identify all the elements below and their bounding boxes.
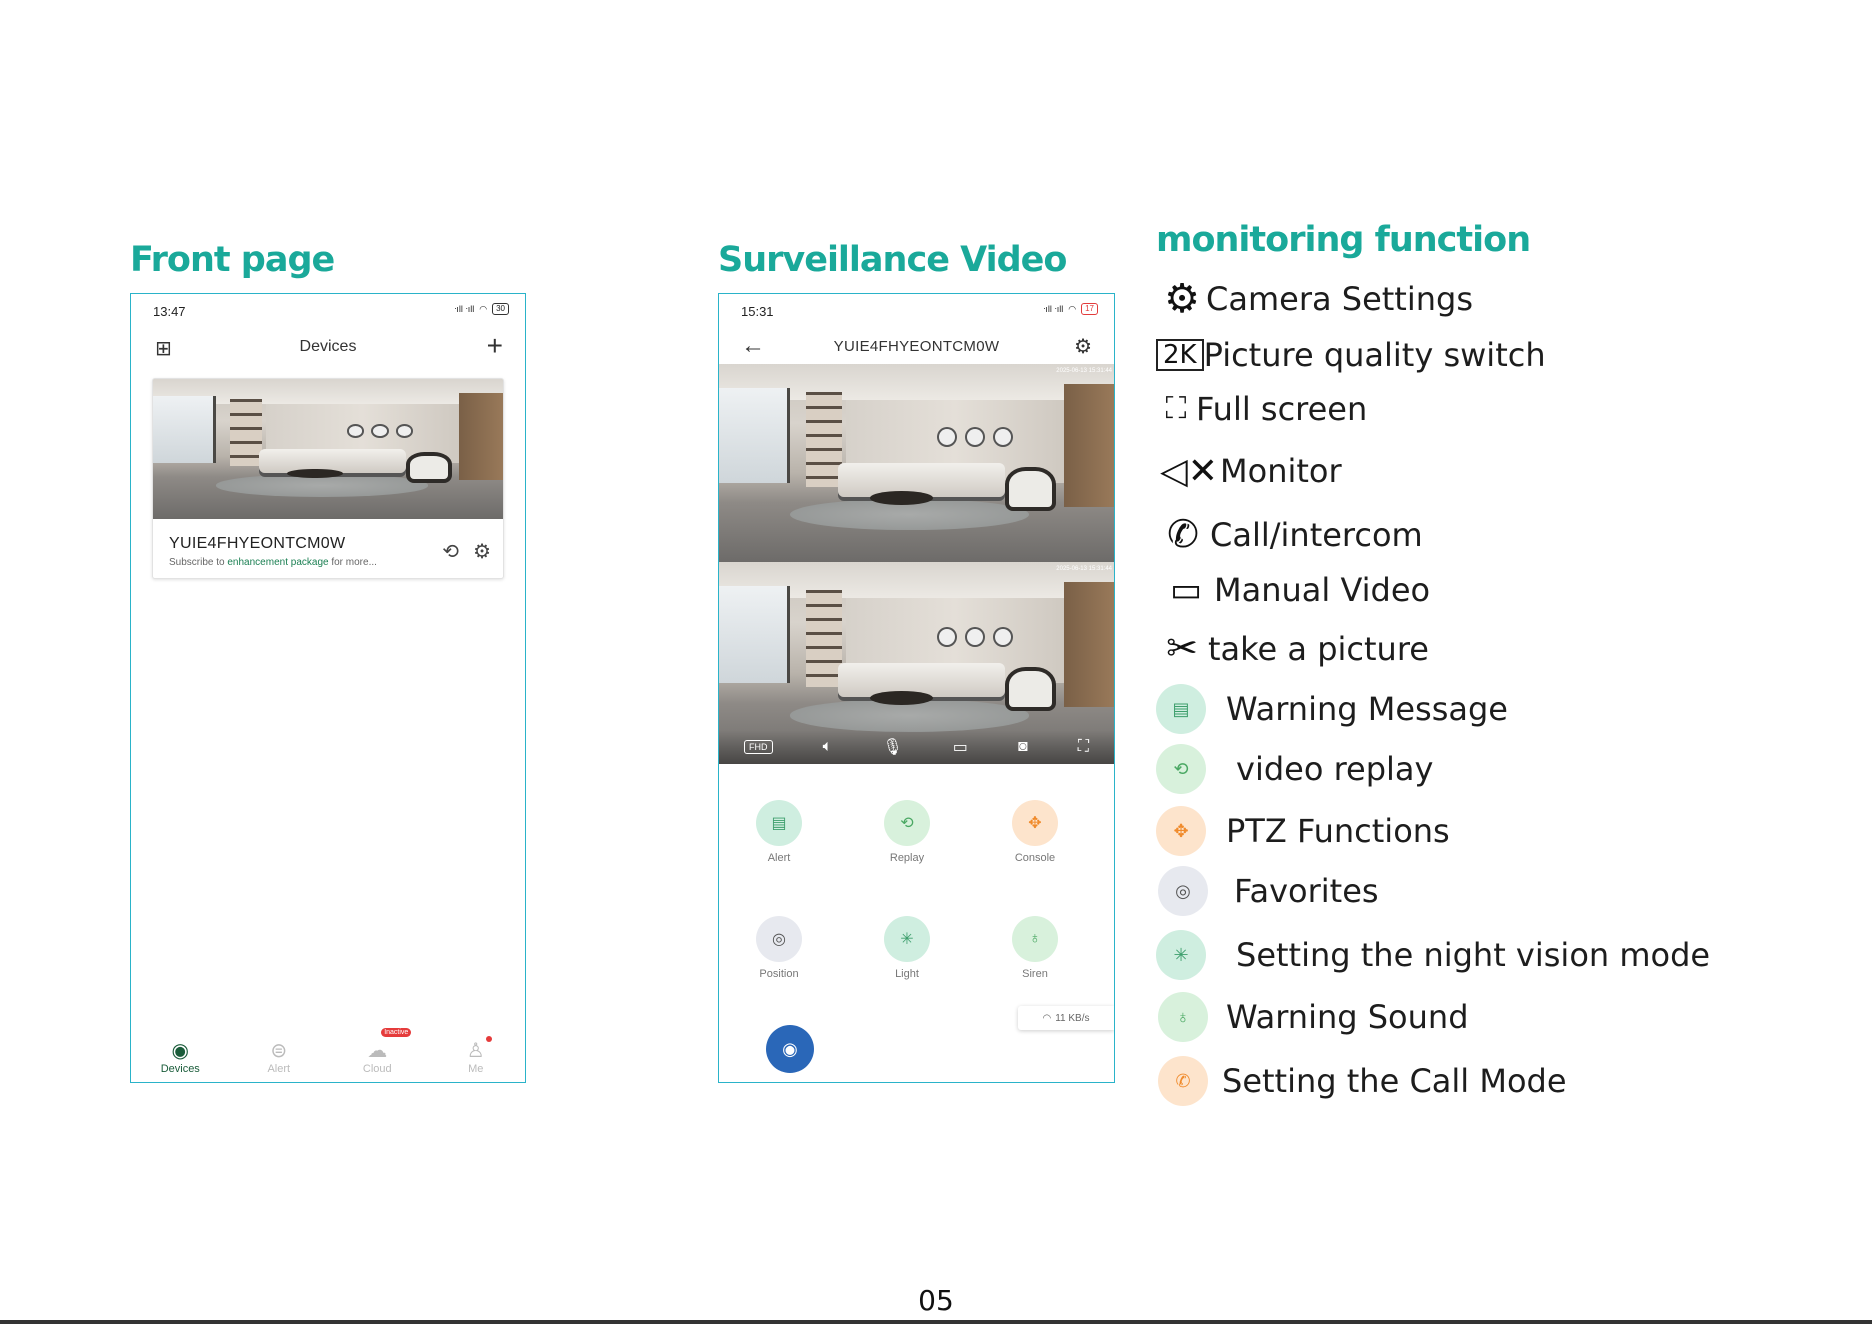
front-page-title: Front page — [130, 240, 335, 280]
status-icons: ᐧıll ᐧıll ◠ 30 — [454, 303, 509, 315]
camera-icon: ◉ — [171, 1040, 189, 1062]
tab-me[interactable]: ♙ Me — [427, 1036, 526, 1082]
function-console[interactable]: ✥ Console — [985, 800, 1085, 864]
function-replay[interactable]: ⟲ Replay — [857, 800, 957, 864]
speaker-icon[interactable]: 🔈︎ — [823, 738, 833, 756]
add-device-icon[interactable]: + — [487, 330, 503, 362]
ptz-icon: ✥ — [1012, 800, 1058, 846]
wifi-icon: ◠ — [479, 303, 488, 314]
video-timestamp: 2025-06-13 15:31:44 — [1056, 368, 1112, 374]
device-card[interactable]: YUIE4FHYEONTCM0W Subscribe to enhancemen… — [152, 378, 504, 579]
function-position[interactable]: ◎ Position — [729, 916, 829, 980]
function-siren[interactable]: ♁ Siren — [985, 916, 1085, 980]
camera-icon[interactable]: ◙ — [1018, 738, 1028, 756]
subscribe-text[interactable]: Subscribe to enhancement package for mor… — [169, 557, 377, 568]
camera-preview[interactable] — [153, 379, 503, 519]
legend-full-screen: ⛶ Full screen — [1156, 390, 1368, 428]
function-alert[interactable]: ▤ Alert — [729, 800, 829, 864]
message-icon: ⊜ — [270, 1040, 288, 1062]
ptz-icon: ✥ — [1156, 806, 1206, 856]
fullscreen-icon: ⛶ — [1165, 392, 1187, 425]
scissors-icon: ✂ — [1166, 628, 1198, 670]
notification-dot — [485, 1036, 492, 1042]
inactive-badge: Inactive — [381, 1028, 412, 1037]
legend-title: monitoring function — [1156, 220, 1531, 260]
legend-ptz-functions: ✥ PTZ Functions — [1156, 806, 1450, 856]
surveillance-phone: 15:31 ᐧıll ᐧıll ◠ 17 ← YUIE4FHYEONTCM0W … — [718, 293, 1115, 1083]
legend-take-picture: ✂ take a picture — [1156, 626, 1429, 671]
tab-devices[interactable]: ◉ Devices — [131, 1036, 230, 1082]
device-name: YUIE4FHYEONTCM0W — [169, 535, 346, 552]
toolbar-title: Devices — [299, 338, 357, 355]
gear-icon[interactable]: ⚙ — [1074, 334, 1092, 359]
siren-icon: ♁ — [1158, 992, 1208, 1042]
status-icons: ᐧıll ᐧıll ◠ 17 — [1043, 303, 1098, 315]
legend-monitor: ◁✕ Monitor — [1158, 450, 1342, 492]
position-icon: ◎ — [756, 916, 802, 962]
legend-warning-message: ▤ Warning Message — [1156, 684, 1508, 734]
mute-icon: ◁✕ — [1160, 450, 1218, 491]
legend-camera-settings: ⚙ Camera Settings — [1158, 276, 1473, 322]
wifi-icon: ◠ — [1068, 303, 1077, 314]
siren-icon: ♁ — [1012, 916, 1058, 962]
toolbar: ⊞ Devices + — [131, 330, 525, 366]
cloud-icon: ☁ — [367, 1040, 388, 1062]
video-icon: ▭ — [1169, 571, 1203, 609]
legend-call-intercom: ✆ Call/intercom — [1156, 512, 1423, 557]
network-speed: ◠ 11 KB/s — [1018, 1006, 1114, 1030]
message-icon: ▤ — [756, 800, 802, 846]
legend-manual-video: ▭ Manual Video — [1158, 570, 1430, 610]
battery-icon: 17 — [1081, 303, 1098, 315]
privacy-eye-button[interactable]: ◉ — [766, 1025, 814, 1073]
phone-icon: ✆ — [1167, 514, 1199, 556]
function-light[interactable]: ✳ Light — [857, 916, 957, 980]
gear-icon: ⚙ — [1164, 277, 1200, 321]
wifi-icon: ◠ — [1042, 1012, 1052, 1024]
battery-icon: 30 — [492, 303, 509, 315]
quality-switch-button[interactable]: FHD — [744, 740, 773, 754]
playback-icon[interactable]: ⟲ — [442, 539, 459, 564]
live-video-top[interactable]: 2025-06-13 15:31:44 — [719, 364, 1114, 562]
eye-icon: ◉ — [782, 1038, 798, 1059]
microphone-icon[interactable]: 🎙︎ — [882, 737, 902, 757]
user-icon: ♙ — [466, 1040, 485, 1062]
legend-warning-sound: ♁ Warning Sound — [1158, 992, 1469, 1042]
gear-icon[interactable]: ⚙ — [473, 539, 491, 564]
legend-picture-quality: 2K Picture quality switch — [1156, 336, 1546, 374]
light-icon: ✳ — [1156, 930, 1206, 980]
video-controls: FHD 🔈︎ 🎙︎ ▭ ◙ ⛶ — [719, 730, 1114, 764]
replay-icon: ⟲ — [884, 800, 930, 846]
tab-bar: ◉ Devices ⊜ Alert ☁ Inactive Cloud ♙ Me — [131, 1028, 526, 1082]
legend-night-vision: ✳ Setting the night vision mode — [1156, 930, 1710, 980]
surveillance-title: Surveillance Video — [718, 240, 1067, 280]
status-time: 13:47 — [153, 304, 186, 319]
light-icon: ✳ — [884, 916, 930, 962]
call-mode-icon: ✆ — [1158, 1056, 1208, 1106]
signal-icon: ᐧıll ᐧıll — [454, 303, 475, 314]
legend-call-mode: ✆ Setting the Call Mode — [1158, 1056, 1567, 1106]
page-number: 05 — [918, 1284, 954, 1317]
video-timestamp: 2025-06-13 15:31:44 — [1056, 566, 1112, 572]
signal-icon: ᐧıll ᐧıll — [1043, 303, 1064, 314]
tab-alert[interactable]: ⊜ Alert — [230, 1036, 329, 1082]
position-icon: ◎ — [1158, 866, 1208, 916]
fullscreen-icon[interactable]: ⛶ — [1078, 738, 1089, 756]
record-icon[interactable]: ▭ — [953, 737, 968, 757]
device-title: YUIE4FHYEONTCM0W — [833, 338, 1000, 355]
front-page-phone: 13:47 ᐧıll ᐧıll ◠ 30 ⊞ Devices + YUIE4FH… — [130, 293, 526, 1083]
message-icon: ▤ — [1156, 684, 1206, 734]
legend-favorites: ◎ Favorites — [1158, 866, 1379, 916]
status-time: 15:31 — [741, 304, 774, 319]
legend-video-replay: ⟲ video replay — [1156, 744, 1433, 794]
video-header: ← YUIE4FHYEONTCM0W ⚙ — [719, 330, 1114, 366]
bottom-rule — [0, 1320, 1872, 1324]
tab-cloud[interactable]: ☁ Inactive Cloud — [328, 1028, 427, 1082]
replay-icon: ⟲ — [1156, 744, 1206, 794]
2k-icon: 2K — [1156, 339, 1204, 371]
